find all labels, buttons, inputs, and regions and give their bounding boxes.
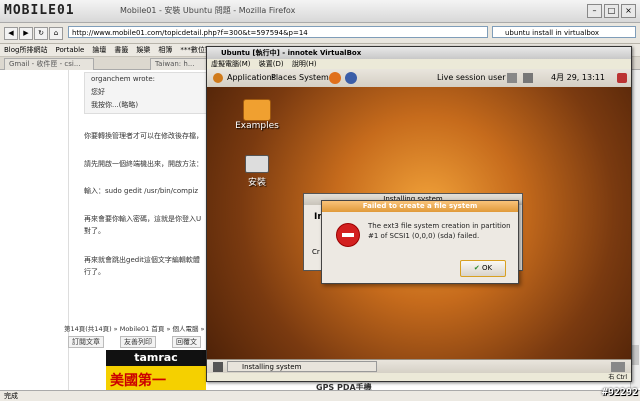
reload-icon[interactable]: ↻ <box>34 27 48 40</box>
tab-gmail[interactable]: Gmail - 收件匣 - csi... <box>4 58 94 70</box>
quote-line: 您好 <box>91 88 105 96</box>
browser-statusbar: 完成 <box>0 390 640 401</box>
tab-taiwan[interactable]: Taiwan: h... <box>150 58 210 70</box>
post-line: 輸入：sudo gedit /usr/bin/compiz <box>84 187 199 195</box>
check-icon: ✔ <box>473 264 480 272</box>
help-icon[interactable] <box>345 72 357 84</box>
forum-sidebar <box>0 70 69 390</box>
close-icon[interactable]: × <box>621 4 636 18</box>
quote-line: 我按你...(略略) <box>91 101 139 109</box>
taskbar-installing[interactable]: Installing system <box>227 361 377 372</box>
bookmark-item[interactable]: 書籤 <box>114 44 128 56</box>
show-desktop-icon[interactable] <box>213 362 223 372</box>
firefox-icon[interactable] <box>329 72 341 84</box>
forward-icon[interactable]: ▶ <box>19 27 33 40</box>
ubuntu-bottom-panel: Installing system <box>207 359 631 374</box>
host-key: 右 Ctrl <box>608 374 627 381</box>
bookmark-item[interactable]: 相簿 <box>158 44 172 56</box>
breadcrumb[interactable]: 第14頁(共14頁) » Mobile01 首頁 » 個人電腦 » 軟 <box>64 323 213 333</box>
trash-icon[interactable] <box>611 362 625 372</box>
install-label[interactable]: 安裝 <box>227 175 287 188</box>
quote-block: organchem wrote: 您好 我按你...(略略) <box>84 72 211 114</box>
ubuntu-logo-icon <box>213 73 223 83</box>
window-title: Mobile01 - 安裝 Ubuntu 問題 - Mozilla Firefo… <box>120 6 296 15</box>
mobile01-logo: MOBILE01 <box>4 3 75 18</box>
menu-help[interactable]: 說明(H) <box>292 60 317 68</box>
install-icon[interactable] <box>245 155 269 173</box>
virtualbox-menu: 虛擬電腦(M) 裝置(D) 說明(H) <box>207 59 631 69</box>
panel-clock[interactable]: 4月 29, 13:11 <box>551 69 605 87</box>
reply-button[interactable]: 回覆文 <box>172 336 201 348</box>
folder-icon[interactable] <box>243 99 271 121</box>
menu-places[interactable]: Places <box>271 69 296 87</box>
bookmark-item[interactable]: Portable <box>55 44 84 56</box>
back-icon[interactable]: ◀ <box>4 27 18 40</box>
installer-status: Cr <box>312 248 320 256</box>
bookmark-item[interactable]: 娛樂 <box>136 44 150 56</box>
post-line: 你要轉換管理者才可以在修改後存檔， <box>84 132 203 140</box>
post-line: 對了。 <box>84 227 105 235</box>
menu-machine[interactable]: 虛擬電腦(M) <box>211 60 251 68</box>
navigation-toolbar: ◀ ▶ ↻ ⌂ http://www.mobile01.com/topicdet… <box>0 23 640 44</box>
scrollbar-thumb[interactable] <box>631 345 639 365</box>
error-icon <box>336 223 360 247</box>
minimize-icon[interactable]: – <box>587 4 602 18</box>
virtualbox-statusbar: 右 Ctrl <box>207 373 631 381</box>
post-line: 再來就會跳出gedit這個文字編輯軟體 <box>84 256 200 264</box>
ok-label: OK <box>482 264 493 272</box>
menu-applications[interactable]: Applications <box>227 69 276 87</box>
bookmark-item[interactable]: Blog所排網站 <box>4 44 47 56</box>
menu-devices[interactable]: 裝置(D) <box>259 60 284 68</box>
network-icon[interactable] <box>507 73 517 83</box>
error-message: The ext3 file system creation in partiti… <box>368 222 511 240</box>
print-button[interactable]: 友善列印 <box>120 336 156 348</box>
shutdown-icon[interactable] <box>617 73 627 83</box>
volume-icon[interactable] <box>523 73 533 83</box>
ad-text: 美國第一 <box>110 373 166 389</box>
ok-button[interactable]: ✔ OK <box>460 260 506 277</box>
virtualbox-window: Ubuntu [執行中] - innotek VirtualBox 虛擬電腦(M… <box>206 46 632 382</box>
virtualbox-title: Ubuntu [執行中] - innotek VirtualBox <box>207 47 631 59</box>
error-dialog: Failed to create a file system The ext3 … <box>321 200 519 284</box>
post-line: 再來會要你輸入密碼，這就是你登入U <box>84 215 202 223</box>
status-text: 完成 <box>4 392 18 400</box>
post-line: 請先開啟一個終端機出來，開啟方法： <box>84 160 203 168</box>
home-icon[interactable]: ⌂ <box>49 27 63 40</box>
examples-label[interactable]: Examples <box>227 121 287 131</box>
ad-brand: tamrac <box>106 350 206 366</box>
session-user[interactable]: Live session user <box>437 69 505 87</box>
menu-system[interactable]: System <box>299 69 329 87</box>
search-input[interactable]: ubuntu install in virtualbox <box>492 26 636 38</box>
bookmark-item[interactable]: 論壇 <box>92 44 106 56</box>
maximize-icon[interactable]: □ <box>604 4 619 18</box>
ubuntu-top-panel: Applications Places System Live session … <box>207 69 631 88</box>
address-bar[interactable]: http://www.mobile01.com/topicdetail.php?… <box>68 26 488 38</box>
window-controls: – □ × <box>587 4 636 18</box>
error-title: Failed to create a file system <box>322 201 518 212</box>
tamrac-ad[interactable]: tamrac 美國第一 <box>106 350 206 390</box>
post-line: 行了。 <box>84 268 105 276</box>
subscribe-button[interactable]: 訂閱文章 <box>68 336 104 348</box>
browser-title-bar: MOBILE01 Mobile01 - 安裝 Ubuntu 問題 - Mozil… <box>0 0 640 23</box>
quote-author: organchem wrote: <box>91 75 155 83</box>
watermark: #92292 <box>601 387 638 398</box>
